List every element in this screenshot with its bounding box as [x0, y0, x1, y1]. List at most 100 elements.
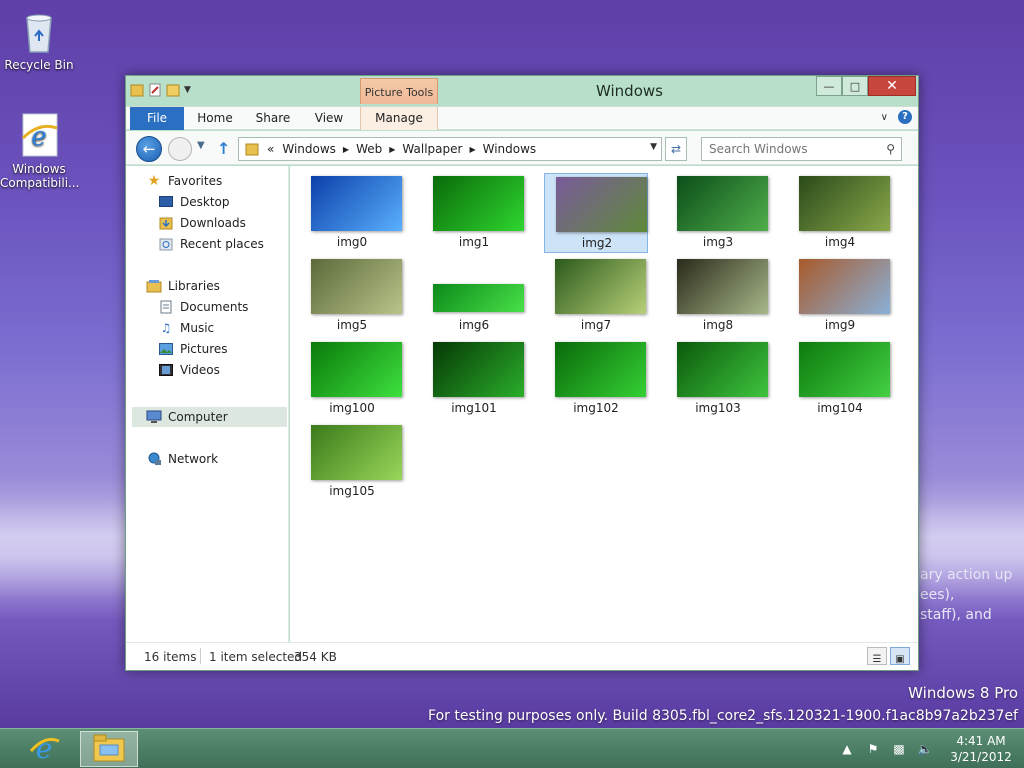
breadcrumb-overflow[interactable]: «	[263, 142, 278, 156]
background-text-2: ees),	[920, 587, 955, 603]
nav-music-label: Music	[180, 321, 215, 335]
breadcrumb-windows-current[interactable]: Windows	[479, 142, 541, 156]
file-item[interactable]: img105	[300, 422, 404, 502]
file-name: img4	[824, 235, 856, 249]
breadcrumb-wallpaper[interactable]: Wallpaper	[398, 142, 466, 156]
network-status-icon[interactable]: ▩	[890, 740, 908, 758]
file-name: img103	[695, 401, 741, 415]
customize-qat-icon[interactable]: ▼	[184, 85, 191, 95]
tab-file[interactable]: File	[130, 107, 184, 130]
tab-manage[interactable]: Manage	[360, 107, 438, 130]
file-item[interactable]: img103	[666, 339, 770, 419]
star-icon: ★	[147, 173, 161, 189]
maximize-button[interactable]: □	[842, 76, 868, 96]
tab-view[interactable]: View	[302, 107, 356, 130]
windows-compatibility-icon[interactable]: e Windows Compatibili...	[0, 112, 79, 190]
nav-network[interactable]: Network	[146, 449, 306, 469]
file-item[interactable]: img6	[422, 256, 526, 336]
folder-icon[interactable]	[130, 82, 144, 98]
breadcrumb-separator-icon[interactable]: ▶	[386, 145, 398, 154]
ribbon-right-controls: ∨ ?	[881, 110, 912, 124]
folder-small-icon	[245, 142, 259, 156]
clock[interactable]: 4:41 AM 3/21/2012	[938, 733, 1024, 765]
search-input[interactable]	[702, 138, 872, 160]
recycle-bin-icon[interactable]: Recycle Bin	[0, 8, 78, 72]
forward-button[interactable]	[168, 137, 192, 161]
nav-computer[interactable]: Computer	[132, 407, 287, 427]
file-name: img0	[336, 235, 368, 249]
system-tray: ▲ ⚑ ▩ 🔈 4:41 AM 3/21/2012	[834, 729, 1024, 768]
nav-desktop-label: Desktop	[180, 195, 230, 209]
file-item[interactable]: img100	[300, 339, 404, 419]
explorer-window[interactable]: ▼ Picture Tools Windows — □ ✕ File Home …	[125, 75, 919, 671]
image-thumbnail	[677, 176, 768, 231]
recycle-bin-label: Recycle Bin	[4, 58, 74, 72]
address-dropdown-icon[interactable]: ▼	[650, 142, 657, 152]
image-thumbnail	[311, 425, 402, 480]
refresh-button[interactable]: ⇄	[665, 137, 687, 161]
clock-date: 3/21/2012	[950, 750, 1012, 764]
clock-time: 4:41 AM	[956, 734, 1006, 748]
search-icon[interactable]: ⚲	[886, 142, 895, 156]
breadcrumb-separator-icon[interactable]: ▶	[340, 145, 352, 154]
show-hidden-icons-icon[interactable]: ▲	[838, 740, 856, 758]
help-icon[interactable]: ?	[898, 110, 912, 124]
file-name: img105	[329, 484, 375, 498]
file-item[interactable]: img101	[422, 339, 526, 419]
file-item[interactable]: img4	[788, 173, 892, 253]
view-switcher: ☰ ▣	[867, 647, 910, 665]
tab-home[interactable]: Home	[188, 107, 242, 130]
file-item[interactable]: img104	[788, 339, 892, 419]
image-thumbnail	[555, 259, 646, 314]
navigation-pane: ★ Favorites Desktop Downloads Recent pla…	[126, 166, 289, 642]
breadcrumb-separator-icon[interactable]: ▶	[466, 145, 478, 154]
large-icons-view-button[interactable]: ▣	[890, 647, 910, 665]
image-thumbnail	[556, 177, 647, 232]
recent-locations-dropdown-icon[interactable]: ▼	[197, 140, 205, 151]
file-item[interactable]: img9	[788, 256, 892, 336]
window-title: Windows	[596, 82, 663, 100]
volume-muted-icon[interactable]: 🔈	[916, 740, 934, 758]
file-item[interactable]: img2	[544, 173, 648, 253]
file-item[interactable]: img0	[300, 173, 404, 253]
tab-share[interactable]: Share	[246, 107, 300, 130]
file-item[interactable]: img7	[544, 256, 648, 336]
file-item[interactable]: img3	[666, 173, 770, 253]
expand-ribbon-icon[interactable]: ∨	[881, 112, 888, 123]
item-count: 16 items	[144, 650, 197, 664]
up-arrow-icon[interactable]: ↑	[217, 139, 230, 158]
taskbar-internet-explorer-button[interactable]: e	[16, 731, 74, 767]
minimize-button[interactable]: —	[816, 76, 842, 96]
file-item[interactable]: img8	[666, 256, 770, 336]
nav-favorites[interactable]: ★ Favorites	[146, 171, 306, 191]
file-item[interactable]: img102	[544, 339, 648, 419]
image-thumbnail	[433, 342, 524, 397]
search-box[interactable]: ⚲	[701, 137, 902, 161]
nav-libraries[interactable]: Libraries	[146, 276, 306, 296]
close-button[interactable]: ✕	[868, 76, 916, 96]
image-thumbnail	[799, 176, 890, 231]
properties-icon[interactable]	[148, 82, 162, 98]
title-bar[interactable]: ▼ Picture Tools Windows — □ ✕	[126, 76, 918, 104]
svg-text:e: e	[36, 732, 53, 765]
file-item[interactable]: img1	[422, 173, 526, 253]
background-text-1: ary action up	[920, 567, 1013, 583]
breadcrumb-web[interactable]: Web	[352, 142, 386, 156]
status-bar: 16 items 1 item selected 354 KB ☰ ▣	[126, 642, 918, 670]
details-view-button[interactable]: ☰	[867, 647, 887, 665]
file-list[interactable]: img0 img1 img2 img3 img4 img5 img6 img7 img8 img9…	[290, 166, 918, 642]
quick-access-toolbar: ▼	[130, 82, 191, 98]
file-name: img104	[817, 401, 863, 415]
new-folder-icon[interactable]	[166, 82, 180, 98]
videos-icon	[158, 362, 174, 378]
back-arrow-icon: ←	[142, 140, 156, 158]
file-item[interactable]: img5	[300, 256, 404, 336]
image-thumbnail	[433, 284, 524, 312]
pictures-icon	[158, 341, 174, 357]
file-name: img1	[458, 235, 490, 249]
action-center-flag-icon[interactable]: ⚑	[864, 740, 882, 758]
breadcrumb-windows[interactable]: Windows	[278, 142, 340, 156]
taskbar-file-explorer-button[interactable]	[80, 731, 138, 767]
address-bar[interactable]: « Windows ▶ Web ▶ Wallpaper ▶ Windows ▼	[238, 137, 662, 161]
back-button[interactable]: ←	[136, 136, 162, 162]
